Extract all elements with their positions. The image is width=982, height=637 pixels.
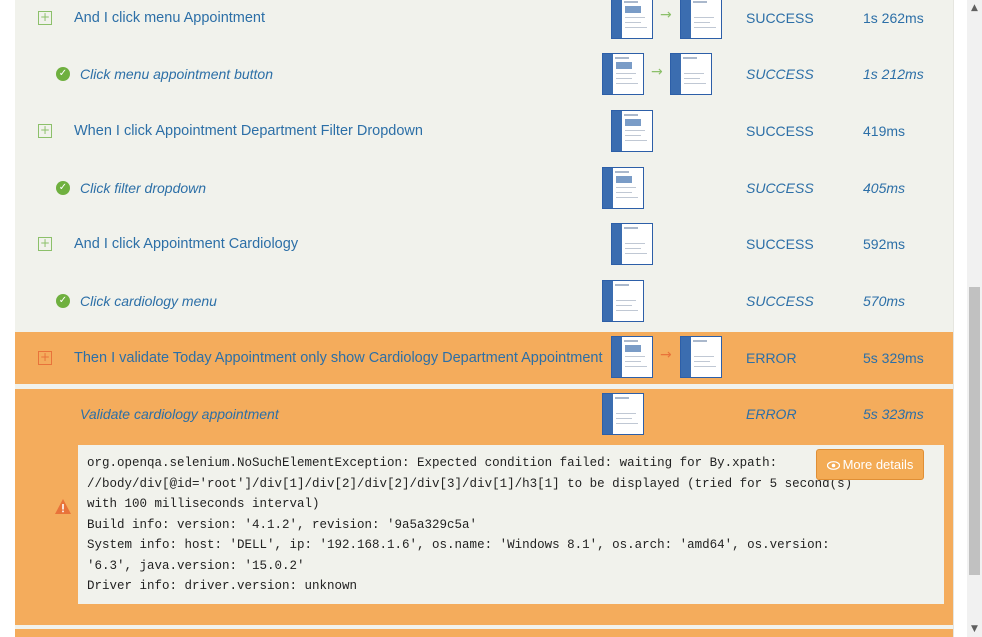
step-title[interactable]: And I click menu Appointment — [74, 10, 265, 26]
error-message-box: org.openqa.selenium.NoSuchElementExcepti… — [78, 445, 944, 604]
screenshot-thumbnail[interactable] — [611, 336, 653, 378]
left-gutter — [0, 0, 15, 637]
screenshot-thumbnail[interactable] — [602, 167, 644, 209]
substep-row[interactable]: ✓ Click menu appointment button SUCCESS … — [15, 48, 953, 100]
more-details-label: More details — [842, 457, 914, 472]
step-title[interactable]: Click filter dropdown — [80, 180, 206, 196]
step-title[interactable]: When I click Appointment Department Filt… — [74, 123, 423, 139]
step-status: SUCCESS — [746, 293, 814, 309]
arrow-right-icon: → — [651, 64, 663, 80]
substep-row[interactable]: ✓ Click cardiology menu SUCCESS 570ms — [15, 275, 953, 327]
check-circle-icon: ✓ — [56, 181, 70, 195]
step-row[interactable]: + And I click Appointment Cardiology SUC… — [15, 218, 953, 270]
step-duration: 419ms — [863, 123, 906, 139]
arrow-right-icon: → — [660, 7, 672, 23]
step-status: SUCCESS — [746, 66, 814, 82]
step-status: SUCCESS — [746, 236, 814, 252]
screenshot-thumbnail[interactable] — [611, 0, 653, 39]
check-circle-icon: ✓ — [56, 67, 70, 81]
expand-plus-icon[interactable]: + — [38, 124, 52, 138]
step-duration: 5s 323ms — [863, 406, 924, 422]
screenshot-thumbnail[interactable] — [670, 53, 712, 95]
screenshot-thumbnail[interactable] — [602, 53, 644, 95]
step-title[interactable]: And I click Appointment Cardiology — [74, 236, 298, 252]
step-row[interactable]: + When I click Appointment Department Fi… — [15, 105, 953, 157]
expand-plus-icon[interactable]: + — [38, 351, 52, 365]
screenshot-thumbnail[interactable] — [611, 223, 653, 265]
step-row[interactable]: + And I click menu Appointment SUCCESS 1… — [15, 0, 953, 44]
screenshot-thumbnail[interactable] — [680, 0, 722, 39]
step-title[interactable]: Click cardiology menu — [80, 293, 217, 309]
vertical-scrollbar[interactable]: ▲ ▼ — [967, 0, 982, 637]
step-duration: 592ms — [863, 236, 906, 252]
error-stacktrace: org.openqa.selenium.NoSuchElementExcepti… — [87, 456, 853, 593]
eye-icon — [826, 451, 840, 480]
step-title[interactable]: Then I validate Today Appointment only s… — [74, 350, 603, 366]
step-title[interactable]: Click menu appointment button — [80, 66, 273, 82]
screenshot-thumbnail[interactable] — [602, 393, 644, 435]
step-status: SUCCESS — [746, 180, 814, 196]
check-circle-icon: ✓ — [56, 294, 70, 308]
step-title[interactable]: Validate cardiology appointment — [80, 406, 279, 422]
step-status: ERROR — [746, 406, 797, 422]
step-duration: 405ms — [863, 180, 906, 196]
step-row-error[interactable]: + Then I validate Today Appointment only… — [15, 332, 953, 384]
substep-row[interactable]: ✓ Click filter dropdown SUCCESS 405ms — [15, 162, 953, 214]
screenshot-thumbnail[interactable] — [611, 110, 653, 152]
step-duration: 1s 262ms — [863, 10, 924, 26]
step-status: SUCCESS — [746, 10, 814, 26]
step-duration: 1s 212ms — [863, 66, 924, 82]
scroll-thumb[interactable] — [969, 287, 980, 575]
substep-error-block: Validate cardiology appointment ERROR 5s… — [15, 389, 953, 625]
right-margin — [953, 0, 967, 637]
expand-plus-icon[interactable]: + — [38, 237, 52, 251]
step-duration: 5s 329ms — [863, 350, 924, 366]
screenshot-thumbnail[interactable] — [680, 336, 722, 378]
step-duration: 570ms — [863, 293, 906, 309]
scroll-down-icon[interactable]: ▼ — [967, 621, 982, 637]
step-status: ERROR — [746, 350, 797, 366]
screenshot-thumbnail[interactable] — [602, 280, 644, 322]
step-status: SUCCESS — [746, 123, 814, 139]
more-details-button[interactable]: More details — [816, 449, 924, 480]
scroll-up-icon[interactable]: ▲ — [967, 0, 982, 16]
warning-triangle-icon — [55, 499, 71, 519]
arrow-right-icon: → — [660, 347, 672, 363]
next-row-partial — [15, 629, 953, 637]
expand-plus-icon[interactable]: + — [38, 11, 52, 25]
